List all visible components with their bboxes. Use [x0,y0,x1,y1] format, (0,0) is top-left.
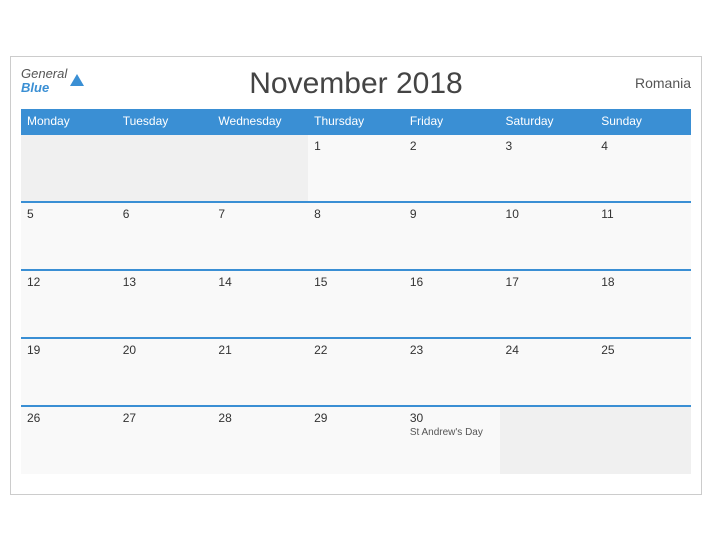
header-sunday: Sunday [595,109,691,134]
day-number: 10 [506,207,519,221]
day-number: 23 [410,343,423,357]
day-number: 25 [601,343,614,357]
table-row: 11 [595,202,691,270]
table-row: 8 [308,202,404,270]
day-number: 27 [123,411,136,425]
table-row: 21 [212,338,308,406]
table-row: 24 [500,338,596,406]
day-number: 18 [601,275,614,289]
header-saturday: Saturday [500,109,596,134]
table-row: 19 [21,338,117,406]
day-number: 5 [27,207,34,221]
day-number: 3 [506,139,513,153]
day-number: 24 [506,343,519,357]
calendar-week-row: 19 20 21 22 23 24 25 [21,338,691,406]
day-number: 21 [218,343,231,357]
header-monday: Monday [21,109,117,134]
table-row: 17 [500,270,596,338]
day-number: 28 [218,411,231,425]
table-row: 23 [404,338,500,406]
day-number: 1 [314,139,321,153]
day-number: 8 [314,207,321,221]
table-row: 12 [21,270,117,338]
table-row: 13 [117,270,213,338]
header-thursday: Thursday [308,109,404,134]
table-row [595,406,691,474]
logo-blue-text: Blue [21,81,67,95]
day-number: 11 [601,207,613,221]
table-row: 28 [212,406,308,474]
header-tuesday: Tuesday [117,109,213,134]
table-row: 1 [308,134,404,202]
calendar-title: November 2018 [249,67,462,101]
table-row: 20 [117,338,213,406]
table-row: 15 [308,270,404,338]
weekday-header-row: Monday Tuesday Wednesday Thursday Friday… [21,109,691,134]
calendar-header: General Blue November 2018 Romania [21,67,691,101]
day-number: 4 [601,139,608,153]
table-row: 4 [595,134,691,202]
day-number: 9 [410,207,417,221]
day-number: 13 [123,275,136,289]
table-row: 2 [404,134,500,202]
table-row: 7 [212,202,308,270]
day-number: 20 [123,343,136,357]
calendar-week-row: 1 2 3 4 [21,134,691,202]
calendar-grid: Monday Tuesday Wednesday Thursday Friday… [21,109,691,474]
day-number: 12 [27,275,40,289]
logo-icon [69,72,85,88]
table-row: 10 [500,202,596,270]
day-number: 19 [27,343,40,357]
table-row: 22 [308,338,404,406]
header-friday: Friday [404,109,500,134]
table-row: 14 [212,270,308,338]
table-row: 6 [117,202,213,270]
table-row [21,134,117,202]
day-number: 26 [27,411,40,425]
logo-general-text: General [21,67,67,81]
table-row: 9 [404,202,500,270]
table-row: 16 [404,270,500,338]
calendar-week-row: 5 6 7 8 9 10 11 [21,202,691,270]
country-label: Romania [635,75,691,91]
day-number: 29 [314,411,327,425]
day-number: 7 [218,207,225,221]
day-number: 16 [410,275,423,289]
calendar-week-row: 26 27 28 29 30 St Andrew's Day [21,406,691,474]
header-wednesday: Wednesday [212,109,308,134]
day-number: 2 [410,139,417,153]
event-label: St Andrew's Day [410,427,494,438]
day-number: 15 [314,275,327,289]
day-number: 14 [218,275,231,289]
table-row: 25 [595,338,691,406]
day-number: 22 [314,343,327,357]
table-row: 5 [21,202,117,270]
table-row: 26 [21,406,117,474]
table-row: 27 [117,406,213,474]
table-row: 3 [500,134,596,202]
table-row: 18 [595,270,691,338]
table-row [500,406,596,474]
calendar-container: General Blue November 2018 Romania Monda… [10,56,702,495]
table-row [212,134,308,202]
table-row: 29 [308,406,404,474]
day-number: 30 [410,411,423,425]
calendar-week-row: 12 13 14 15 16 17 18 [21,270,691,338]
day-number: 6 [123,207,130,221]
table-row: 30 St Andrew's Day [404,406,500,474]
logo: General Blue [21,67,85,96]
table-row [117,134,213,202]
day-number: 17 [506,275,519,289]
